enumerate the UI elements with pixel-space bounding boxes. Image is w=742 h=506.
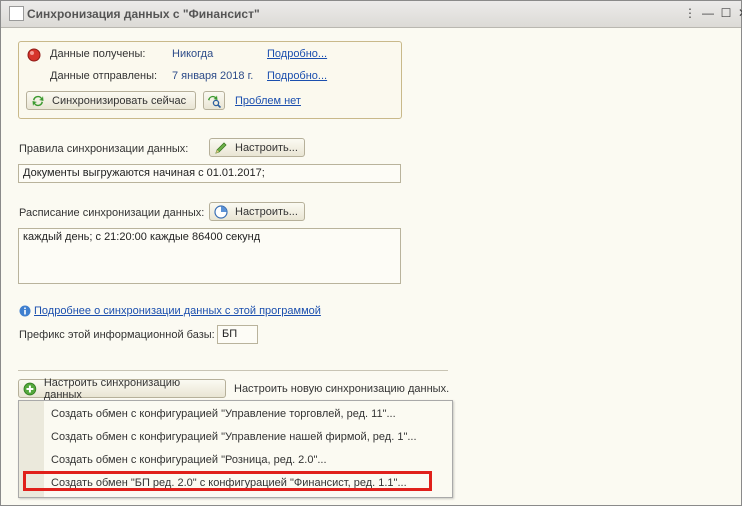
rules-configure-label: Настроить... xyxy=(235,141,298,154)
sync-status-group: Данные получены: Никогда Подробно... Дан… xyxy=(18,41,402,119)
status-red-circle-icon xyxy=(27,48,41,62)
setup-sync-hint: Настроить новую синхронизацию данных. xyxy=(234,383,450,395)
sync-search-icon xyxy=(208,95,221,108)
rules-label: Правила синхронизации данных: xyxy=(19,143,189,155)
minimize-icon[interactable]: — xyxy=(702,7,714,19)
sent-label: Данные отправлены: xyxy=(50,70,158,82)
add-icon xyxy=(23,382,37,395)
setup-sync-button[interactable]: Настроить синхронизацию данных xyxy=(18,376,226,401)
maximize-icon[interactable]: ☐ xyxy=(720,7,732,19)
sync-now-button[interactable]: Синхронизировать сейчас xyxy=(26,91,196,110)
menu-dots-icon[interactable]: ⋮ xyxy=(684,7,696,19)
more-info-link[interactable]: Подробнее о синхронизации данных с этой … xyxy=(34,305,321,317)
schedule-configure-button[interactable]: Настроить... xyxy=(209,202,305,221)
sent-details-link[interactable]: Подробно... xyxy=(267,70,327,82)
received-value: Никогда xyxy=(172,48,214,60)
sent-value: 7 января 2018 г. xyxy=(172,70,254,82)
no-problems-link[interactable]: Проблем нет xyxy=(235,95,301,107)
window-title: Синхронизация данных с "Финансист" xyxy=(27,7,260,21)
sync-window: Синхронизация данных с "Финансист" ⋮ — ☐… xyxy=(0,0,742,506)
sync-arrows-icon xyxy=(32,95,44,106)
setup-sync-label: Настроить синхронизацию данных xyxy=(43,376,181,401)
received-label: Данные получены: xyxy=(50,48,146,60)
menu-item-company[interactable]: Создать обмен с конфигурацией "Управлени… xyxy=(51,426,417,448)
window-app-icon xyxy=(9,6,24,21)
received-details-link[interactable]: Подробно... xyxy=(267,48,327,60)
rules-field: Документы выгружаются начиная с 01.01.20… xyxy=(18,164,401,183)
close-icon[interactable]: ✕ xyxy=(737,7,742,19)
schedule-configure-label: Настроить... xyxy=(235,205,298,218)
rules-configure-button[interactable]: Настроить... xyxy=(209,138,305,157)
prefix-field[interactable]: БП xyxy=(217,325,258,344)
problems-check-button[interactable] xyxy=(203,91,225,110)
prefix-label: Префикс этой информационной базы: xyxy=(19,329,215,341)
menu-item-trade[interactable]: Создать обмен с конфигурацией "Управлени… xyxy=(51,403,396,425)
menu-item-retail[interactable]: Создать обмен с конфигурацией "Розница, … xyxy=(51,449,327,471)
highlight-frame xyxy=(23,471,432,491)
schedule-field: каждый день; с 21:20:00 каждые 86400 сек… xyxy=(18,228,401,284)
pencil-icon xyxy=(215,141,227,154)
divider xyxy=(18,370,448,371)
sync-now-label: Синхронизировать сейчас xyxy=(52,94,187,107)
info-icon xyxy=(19,305,31,317)
clock-icon xyxy=(214,204,228,219)
schedule-label: Расписание синхронизации данных: xyxy=(19,207,205,219)
title-bar: Синхронизация данных с "Финансист" ⋮ — ☐… xyxy=(1,1,742,28)
